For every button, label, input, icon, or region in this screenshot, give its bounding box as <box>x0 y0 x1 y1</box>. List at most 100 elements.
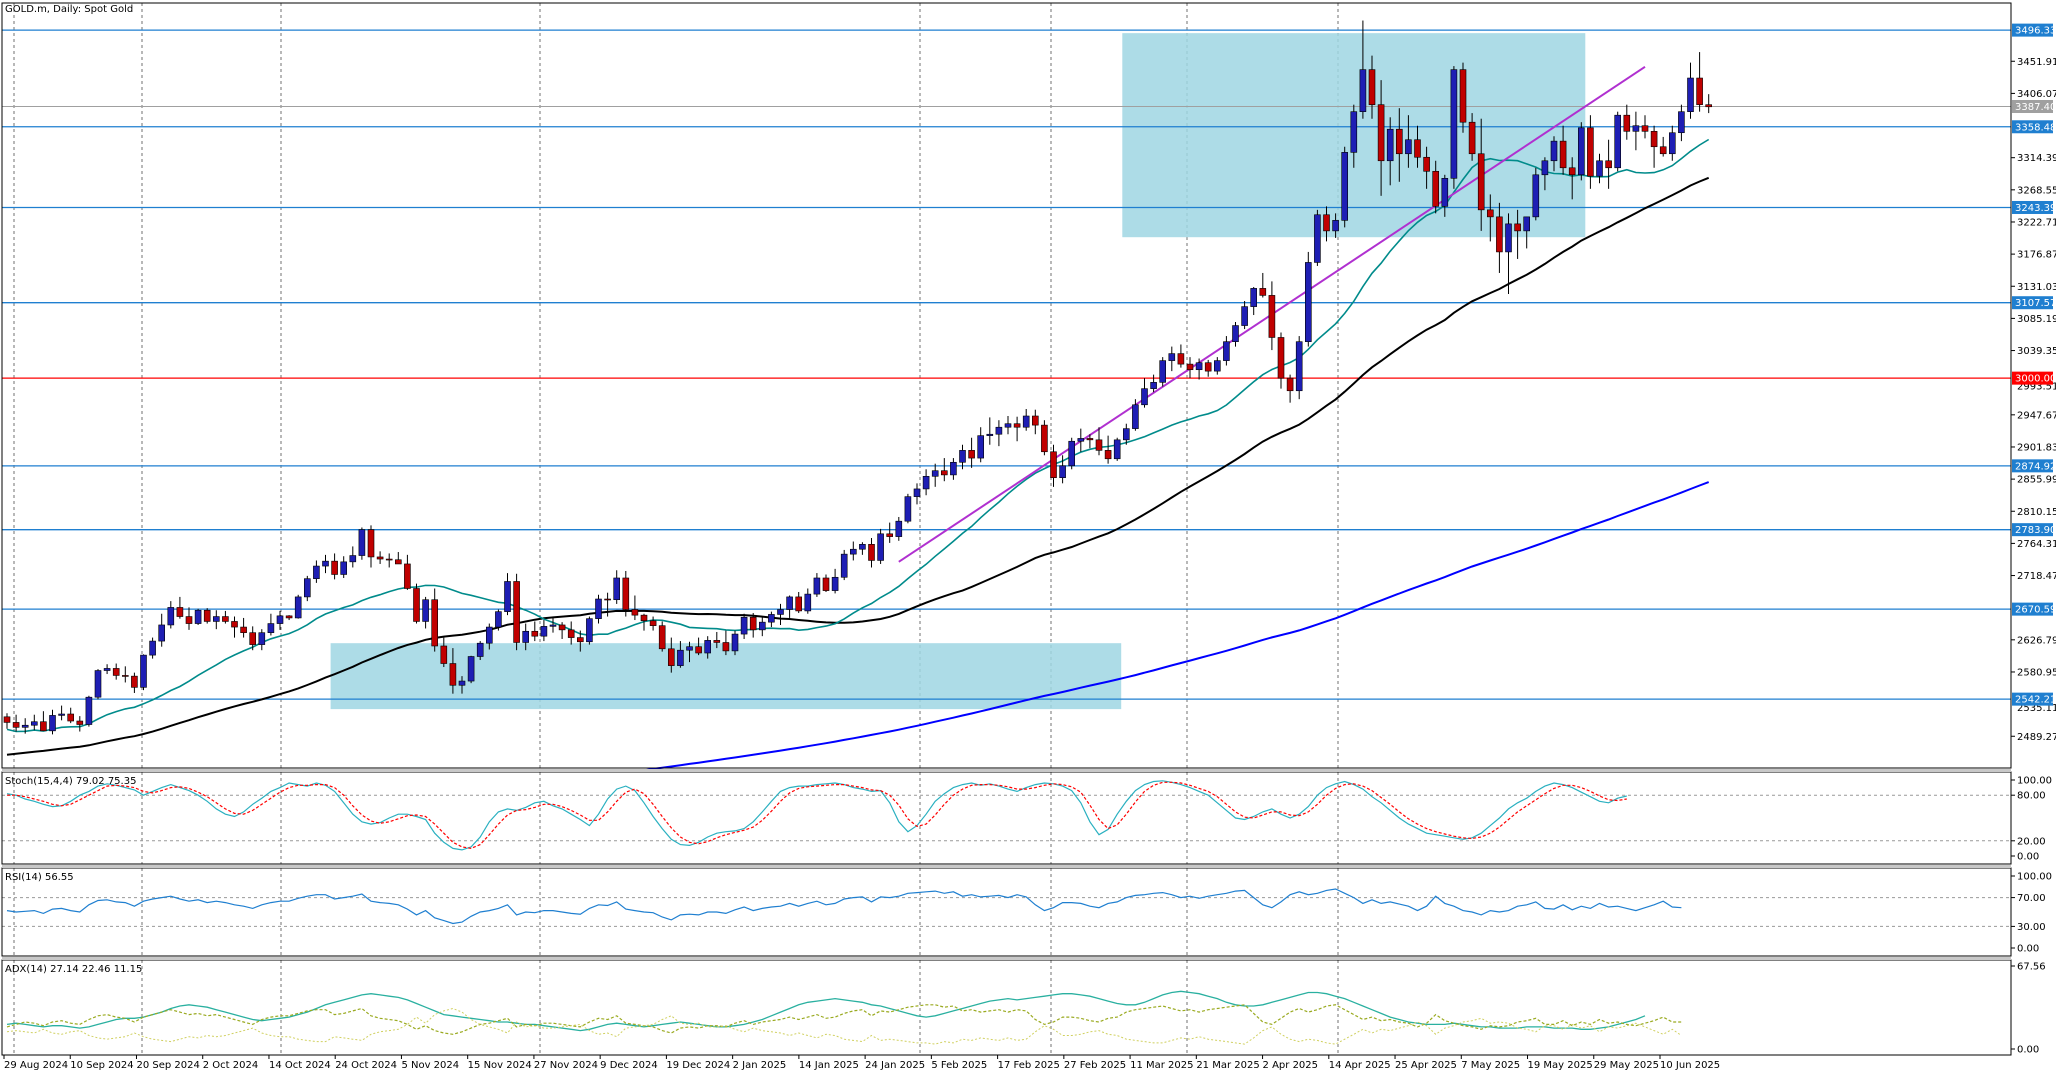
candle-body[interactable] <box>531 630 539 637</box>
candle-body[interactable] <box>1223 341 1230 361</box>
candle-body[interactable] <box>1186 363 1194 371</box>
candle-body[interactable] <box>258 632 266 645</box>
candle-body[interactable] <box>67 713 74 722</box>
candle-body[interactable] <box>1705 104 1712 108</box>
candle-body[interactable] <box>1104 450 1112 460</box>
candle-body[interactable] <box>504 581 511 612</box>
candle-body[interactable] <box>1341 152 1348 221</box>
candle-body[interactable] <box>1523 216 1530 232</box>
candle-body[interactable] <box>1377 104 1385 162</box>
candle-body[interactable] <box>449 663 457 686</box>
trading-chart-window[interactable]: 3451.91 3406.07 3314.39 3268.55 3222.71 3176.… <box>0 0 2056 1073</box>
candle-body[interactable] <box>686 646 693 651</box>
candle-body[interactable] <box>1614 114 1621 169</box>
candle-body[interactable] <box>1386 128 1394 162</box>
candle-body[interactable] <box>904 496 912 522</box>
candle-body[interactable] <box>877 533 884 561</box>
candle-body[interactable] <box>567 629 575 638</box>
candle-body[interactable] <box>813 577 821 595</box>
candle-body[interactable] <box>422 599 429 622</box>
candle-body[interactable] <box>476 642 484 657</box>
candle-body[interactable] <box>940 470 948 476</box>
candle-body[interactable] <box>231 621 238 628</box>
candle-body[interactable] <box>458 680 466 686</box>
candle-body[interactable] <box>1286 377 1294 392</box>
candle-body[interactable] <box>667 648 675 666</box>
candle-body[interactable] <box>704 640 712 654</box>
candle-body[interactable] <box>540 626 548 637</box>
candle-body[interactable] <box>831 576 839 591</box>
candle-body[interactable] <box>1505 223 1512 253</box>
candle-body[interactable] <box>1405 139 1412 155</box>
panel-separator[interactable] <box>2 865 2011 868</box>
candle-body[interactable] <box>1295 341 1303 392</box>
candle-body[interactable] <box>1141 388 1148 406</box>
candle-body[interactable] <box>1277 337 1285 379</box>
candle-body[interactable] <box>1195 362 1203 371</box>
candle-body[interactable] <box>822 577 830 591</box>
candle-body[interactable] <box>1532 174 1540 218</box>
candle-body[interactable] <box>1232 325 1239 342</box>
candle-body[interactable] <box>731 633 739 652</box>
candle-body[interactable] <box>49 715 56 732</box>
candle-body[interactable] <box>1204 362 1212 372</box>
candle-body[interactable] <box>1669 132 1676 155</box>
candle-body[interactable] <box>1332 220 1339 232</box>
candle-body[interactable] <box>868 544 875 561</box>
candle-body[interactable] <box>622 577 630 610</box>
candle-body[interactable] <box>1659 146 1667 155</box>
candle-body[interactable] <box>331 560 338 575</box>
candle-body[interactable] <box>58 713 65 716</box>
candle-body[interactable] <box>1450 69 1458 179</box>
candle-body[interactable] <box>1214 360 1221 372</box>
candle-body[interactable] <box>1423 156 1430 172</box>
candle-body[interactable] <box>840 553 848 578</box>
candle-body[interactable] <box>431 599 439 647</box>
candle-body[interactable] <box>1086 438 1094 441</box>
candle-body[interactable] <box>1696 77 1703 105</box>
candle-body[interactable] <box>1113 439 1121 460</box>
candle-body[interactable] <box>1159 360 1166 383</box>
candle-body[interactable] <box>522 630 530 643</box>
candle-body[interactable] <box>795 596 803 612</box>
candle-body[interactable] <box>1022 415 1030 428</box>
candle-body[interactable] <box>977 435 985 459</box>
candle-body[interactable] <box>649 620 657 626</box>
panel-separator[interactable] <box>2 957 2011 960</box>
candle-body[interactable] <box>595 598 602 619</box>
candle-body[interactable] <box>1396 128 1403 155</box>
candle-body[interactable] <box>950 461 957 476</box>
candle-body[interactable] <box>604 598 611 601</box>
candle-body[interactable] <box>404 563 411 589</box>
candle-body[interactable] <box>21 724 29 728</box>
candle-body[interactable] <box>131 675 138 688</box>
candle-body[interactable] <box>85 696 93 725</box>
candle-body[interactable] <box>158 624 165 642</box>
candle-body[interactable] <box>1550 140 1558 162</box>
candle-body[interactable] <box>1587 127 1594 177</box>
candle-body[interactable] <box>804 593 812 612</box>
candle-body[interactable] <box>959 450 966 463</box>
candle-body[interactable] <box>695 646 702 654</box>
candle-body[interactable] <box>1050 451 1057 479</box>
candle-body[interactable] <box>1650 131 1658 148</box>
candle-body[interactable] <box>1132 404 1139 429</box>
candle-body[interactable] <box>849 548 857 555</box>
candle-body[interactable] <box>122 675 129 677</box>
candle-body[interactable] <box>1432 170 1439 207</box>
candle-body[interactable] <box>722 642 730 652</box>
candle-body[interactable] <box>385 558 393 561</box>
candle-body[interactable] <box>859 544 866 550</box>
candle-body[interactable] <box>485 626 493 644</box>
candle-body[interactable] <box>12 722 20 728</box>
candle-body[interactable] <box>185 616 193 624</box>
candle-body[interactable] <box>1314 214 1321 263</box>
candle-body[interactable] <box>513 581 520 643</box>
candle-body[interactable] <box>1687 77 1694 112</box>
candle-body[interactable] <box>1013 423 1021 428</box>
candle-body[interactable] <box>103 668 111 671</box>
candle-body[interactable] <box>276 615 284 624</box>
candle-body[interactable] <box>240 626 247 633</box>
candle-body[interactable] <box>349 555 357 563</box>
candle-body[interactable] <box>267 623 275 633</box>
